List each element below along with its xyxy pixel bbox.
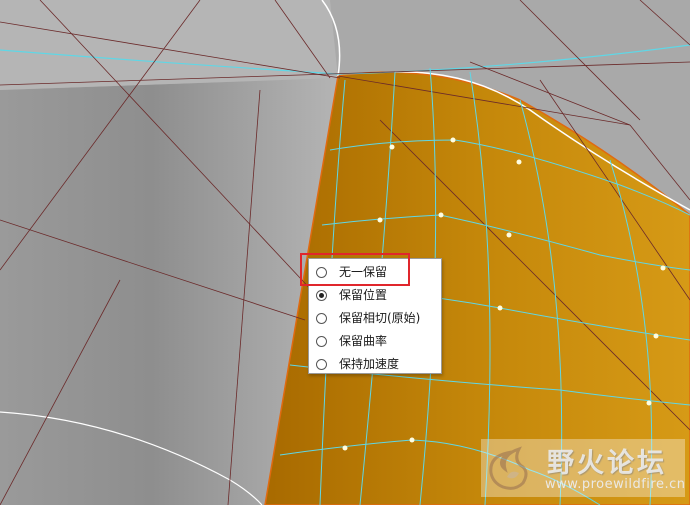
menu-item-label: 保持加速度 bbox=[339, 357, 400, 371]
cad-scene[interactable] bbox=[0, 0, 690, 505]
menu-item-label: 保留位置 bbox=[339, 288, 388, 302]
light-gray-face bbox=[0, 0, 338, 90]
watermark-title: 野火论坛 bbox=[547, 448, 667, 479]
menu-item-keep-position[interactable]: 保留位置 bbox=[309, 284, 441, 307]
menu-item-label: 无一保留 bbox=[339, 265, 388, 279]
menu-item-none[interactable]: 无一保留 bbox=[309, 261, 441, 284]
menu-item-label: 保留曲率 bbox=[339, 334, 388, 348]
watermark-url: www.proewildfire.cn bbox=[545, 477, 686, 492]
watermark: 野火论坛 www.proewildfire.cn bbox=[481, 439, 685, 497]
radio-button-icon[interactable] bbox=[316, 336, 327, 347]
fire-logo-icon bbox=[489, 446, 528, 490]
radio-button-icon[interactable] bbox=[316, 359, 327, 370]
menu-item-keep-acceleration[interactable]: 保持加速度 bbox=[309, 353, 441, 376]
radio-button-icon[interactable] bbox=[316, 313, 327, 324]
radio-button-icon[interactable] bbox=[316, 267, 327, 278]
menu-item-keep-tangent[interactable]: 保留相切(原始) bbox=[309, 307, 441, 330]
menu-item-keep-curvature[interactable]: 保留曲率 bbox=[309, 330, 441, 353]
radio-button-icon[interactable] bbox=[316, 290, 327, 301]
cad-viewport[interactable]: 无一保留 保留位置 保留相切(原始) 保留曲率 保持加速度 野火论坛 www.p… bbox=[0, 0, 690, 505]
context-menu: 无一保留 保留位置 保留相切(原始) 保留曲率 保持加速度 bbox=[308, 258, 442, 374]
menu-item-label: 保留相切(原始) bbox=[339, 311, 421, 325]
